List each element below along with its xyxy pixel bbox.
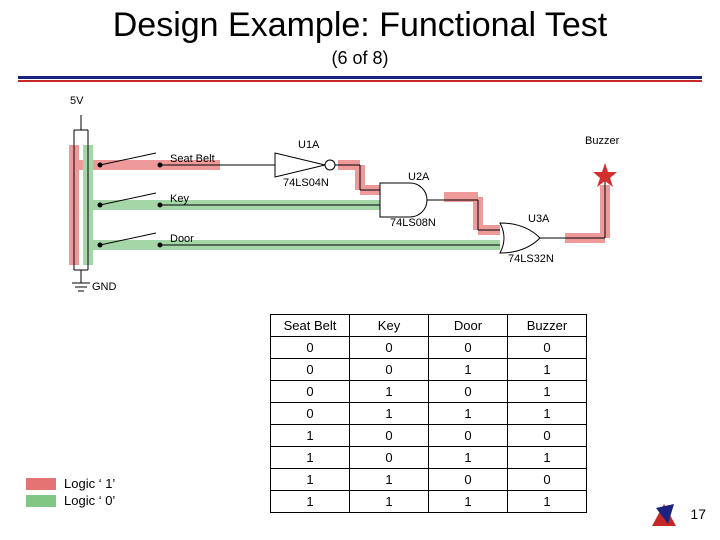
table-cell: 0 [429,381,508,403]
table-row: 1111 [271,491,587,513]
table-cell: 0 [350,359,429,381]
table-cell: 0 [271,403,350,425]
label-key: Key [170,193,189,205]
label-u2a: U2A [408,171,429,183]
label-door: Door [170,233,194,245]
table-cell: 0 [429,425,508,447]
truth-table: Seat Belt Key Door Buzzer 00000011010101… [270,314,587,513]
label-u2a-pn: 74LS08N [390,217,436,229]
legend-logic-1: Logic ‘ 1’ [26,476,115,491]
star-icon [650,502,680,528]
table-row: 1000 [271,425,587,447]
table-cell: 0 [271,381,350,403]
schematic-diagram: 5V GND Seat Belt Key Door U1A 74LS04N U2… [30,95,670,305]
divider-blue [18,76,702,79]
label-seatbelt: Seat Belt [170,153,215,165]
table-row: 1011 [271,447,587,469]
label-u1a: U1A [298,139,319,151]
table-cell: 1 [271,425,350,447]
table-cell: 1 [429,403,508,425]
table-row: 0101 [271,381,587,403]
divider-red [18,80,702,82]
table-cell: 0 [508,337,587,359]
table-row: 0011 [271,359,587,381]
th-door: Door [429,315,508,337]
table-cell: 1 [271,469,350,491]
label-5v: 5V [70,95,83,107]
table-cell: 1 [350,381,429,403]
swatch-logic-1 [26,478,56,490]
table-cell: 1 [350,403,429,425]
table-cell: 0 [429,469,508,491]
table-cell: 0 [508,425,587,447]
label-u3a: U3A [528,213,549,225]
table-cell: 1 [508,491,587,513]
table-cell: 1 [350,469,429,491]
legend: Logic ‘ 1’ Logic ‘ 0’ [26,474,115,510]
page-number: 17 [690,506,706,522]
slide: Design Example: Functional Test (6 of 8) [0,0,720,540]
label-u1a-pn: 74LS04N [283,177,329,189]
legend-label-0: Logic ‘ 0’ [64,493,115,508]
label-buzzer: Buzzer [585,135,619,147]
swatch-logic-0 [26,495,56,507]
table-row: 0000 [271,337,587,359]
label-gnd: GND [92,281,116,293]
th-seatbelt: Seat Belt [271,315,350,337]
table-cell: 0 [350,337,429,359]
table-cell: 0 [429,337,508,359]
table-cell: 0 [508,469,587,491]
table-cell: 0 [271,359,350,381]
th-buzzer: Buzzer [508,315,587,337]
table-cell: 0 [350,447,429,469]
table-cell: 1 [429,447,508,469]
page-subtitle: (6 of 8) [0,48,720,69]
legend-logic-0: Logic ‘ 0’ [26,493,115,508]
th-key: Key [350,315,429,337]
label-u3a-pn: 74LS32N [508,253,554,265]
table-cell: 1 [429,359,508,381]
schematic-svg [30,95,670,305]
legend-label-1: Logic ‘ 1’ [64,476,115,491]
table-cell: 1 [508,403,587,425]
page-title: Design Example: Functional Test [18,6,702,45]
table-cell: 1 [271,491,350,513]
table-cell: 1 [429,491,508,513]
table-cell: 1 [350,491,429,513]
table-cell: 1 [508,359,587,381]
table-cell: 0 [350,425,429,447]
table-body: 00000011010101111000101111001111 [271,337,587,513]
table-cell: 1 [508,447,587,469]
table-row: 1100 [271,469,587,491]
table-header-row: Seat Belt Key Door Buzzer [271,315,587,337]
table-cell: 1 [508,381,587,403]
table-row: 0111 [271,403,587,425]
table-cell: 0 [271,337,350,359]
table-cell: 1 [271,447,350,469]
